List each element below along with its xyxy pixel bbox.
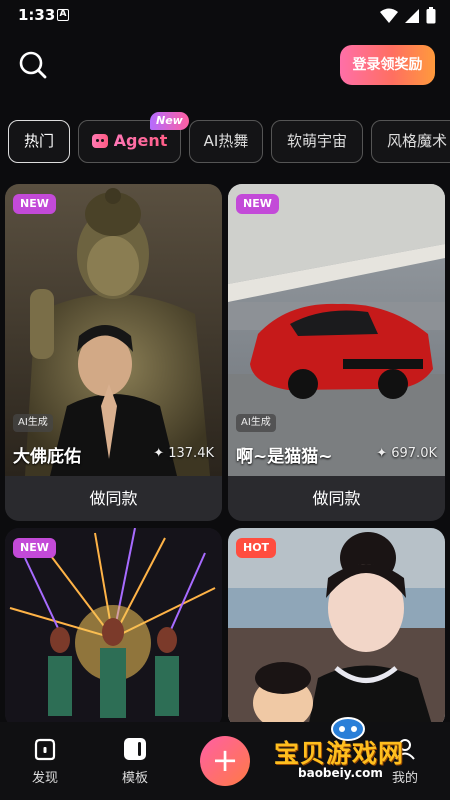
battery-icon [426, 7, 436, 24]
tab-soft-universe[interactable]: 软萌宇宙 [271, 120, 363, 163]
tab-hot[interactable]: 热门 [8, 120, 70, 163]
hot-badge: HOT [236, 538, 277, 558]
template-card[interactable]: NEW AI生成 啊~是猫猫~ ✦ 697.0K 做同款 [228, 184, 445, 521]
new-badge: New [150, 112, 189, 130]
nav-label: 模板 [121, 771, 148, 786]
card-thumbnail [228, 184, 445, 476]
template-card[interactable]: NEW AI生成 大佛庇佑 ✦ 137.4K 做同款 [5, 184, 222, 521]
search-icon [19, 51, 47, 79]
status-bar: 1:33 A [0, 0, 450, 32]
usage-count: ✦ 137.4K [153, 446, 214, 461]
create-button[interactable]: + [200, 736, 250, 786]
wifi-icon [380, 8, 398, 23]
new-badge: NEW [13, 538, 56, 558]
site-watermark: 宝贝游戏网 baobeiy.com [268, 717, 428, 788]
new-badge: NEW [236, 194, 279, 214]
status-time: 1:33 [18, 6, 56, 24]
login-reward-button[interactable]: 登录领奖励 [340, 45, 435, 85]
card-title: 大佛庇佑 [13, 447, 81, 467]
nav-discover[interactable]: 发现 [10, 736, 80, 786]
tab-ai-dance[interactable]: AI热舞 [189, 120, 263, 163]
discover-icon [34, 738, 56, 761]
watermark-title: 宝贝游戏网 [274, 739, 405, 768]
card-title: 啊~是猫猫~ [236, 447, 333, 467]
agent-icon [91, 134, 108, 148]
template-card[interactable]: NEW [5, 528, 222, 728]
search-button[interactable] [16, 48, 50, 82]
tab-style-magic[interactable]: 风格魔术 [371, 120, 450, 163]
make-same-button[interactable]: 做同款 [5, 476, 222, 521]
ai-generated-tag: AI生成 [236, 414, 276, 432]
category-tabs: 热门 Agent AI热舞 软萌宇宙 风格魔术 [8, 120, 450, 165]
nav-label: 发现 [31, 771, 58, 786]
template-icon [124, 738, 146, 760]
status-icons [380, 7, 436, 24]
template-card[interactable]: HOT [228, 528, 445, 728]
card-thumbnail [228, 528, 445, 728]
tab-agent-label: Agent [113, 131, 168, 150]
nav-template[interactable]: 模板 [100, 736, 170, 786]
notification-icon: A [57, 9, 69, 21]
make-same-button[interactable]: 做同款 [228, 476, 445, 521]
card-thumbnail [5, 528, 222, 728]
watermark-url: baobeiy.com [298, 766, 383, 780]
ai-generated-tag: AI生成 [13, 414, 53, 432]
new-badge: NEW [13, 194, 56, 214]
usage-count: ✦ 697.0K [376, 446, 437, 461]
signal-icon [405, 8, 419, 23]
card-thumbnail [5, 184, 222, 476]
